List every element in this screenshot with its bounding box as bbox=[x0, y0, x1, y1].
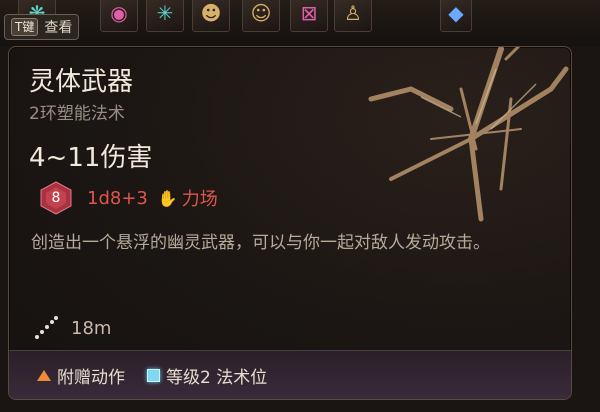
damage-range: 4~11伤害 bbox=[29, 143, 153, 173]
spell-slot-label: 等级2 法术位 bbox=[166, 367, 268, 388]
force-damage-icon: ✋ bbox=[157, 188, 178, 208]
keyboard-key-t: T键 bbox=[11, 18, 39, 36]
range-value: 18m bbox=[71, 317, 112, 339]
spell-tooltip: 灵体武器 2环塑能法术 4~11伤害 8 1d8+3 ✋ 力场 创造出一个悬浮的… bbox=[8, 46, 572, 400]
spell-description: 创造出一个悬浮的幽灵武器，可以与你一起对敌人发动攻击。 bbox=[31, 233, 490, 253]
range-row: 18m bbox=[33, 315, 111, 341]
damage-dice-row: 8 1d8+3 ✋ 力场 bbox=[39, 181, 218, 215]
hotbar-slot-portrait-icon[interactable]: ☺ bbox=[242, 0, 280, 32]
damage-type: 力场 bbox=[181, 189, 218, 210]
spiritual-weapon-spell-icon bbox=[368, 47, 569, 222]
d8-icon: 8 bbox=[39, 181, 73, 215]
hotbar-slot-eye-icon[interactable]: ◉ bbox=[100, 0, 138, 32]
hotbar-slot-leaf-icon[interactable]: ✳ bbox=[146, 0, 184, 32]
bonus-action-icon bbox=[37, 369, 51, 381]
range-icon bbox=[35, 316, 58, 339]
bonus-action-label: 附赠动作 bbox=[57, 367, 125, 388]
hotbar: ❋ ◉ ✳ ☻ ☺ ⊠ ♙ ◆ bbox=[0, 0, 600, 46]
inspect-key-hint[interactable]: T键 查看 bbox=[4, 14, 80, 40]
hotbar-slot-figure-icon[interactable]: ♙ bbox=[334, 0, 372, 32]
die-face: 8 bbox=[51, 190, 61, 206]
hotbar-slot-mask-icon[interactable]: ☻ bbox=[192, 0, 230, 32]
inspect-label: 查看 bbox=[44, 20, 73, 36]
spell-subtitle: 2环塑能法术 bbox=[29, 104, 125, 124]
dice-formula: 1d8+3 bbox=[87, 187, 148, 209]
spell-slot-icon bbox=[147, 368, 160, 382]
tooltip-footer: 附赠动作 等级2 法术位 bbox=[9, 350, 571, 399]
spell-title: 灵体武器 bbox=[29, 67, 134, 97]
hotbar-slot-frame-icon[interactable]: ⊠ bbox=[290, 0, 328, 32]
hotbar-slot-gem-icon[interactable]: ◆ bbox=[440, 0, 472, 32]
